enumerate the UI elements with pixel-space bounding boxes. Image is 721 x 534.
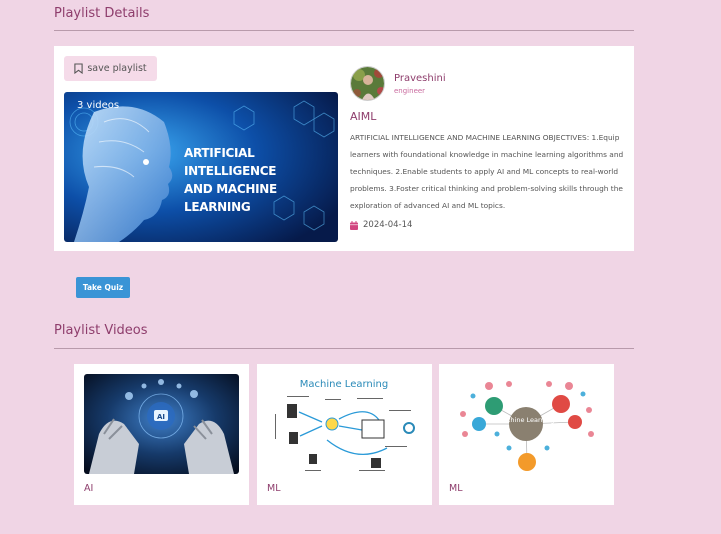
video-thumbnail[interactable]: Machine Learning <box>449 374 604 474</box>
bookmark-icon <box>74 63 83 74</box>
divider <box>54 348 634 349</box>
svg-text:Machine Learning: Machine Learning <box>300 379 388 390</box>
video-thumbnail[interactable]: Machine Learning <box>267 374 422 474</box>
playlist-title: AIML <box>350 110 377 123</box>
date-value: 2024-04-14 <box>363 220 413 230</box>
avatar[interactable] <box>350 66 385 101</box>
ml-diagram-image: Machine Learning <box>267 374 422 474</box>
ai-hands-image: AI <box>84 374 239 474</box>
video-title: AI <box>84 483 94 494</box>
playlist-details-card: save playlist 3 videos ARTIFICIAL INTELL… <box>54 46 634 251</box>
svg-text:Machine Learning: Machine Learning <box>497 416 555 424</box>
video-card-ai[interactable]: AI AI <box>74 364 249 505</box>
divider <box>54 30 634 31</box>
video-title: ML <box>267 483 281 494</box>
calendar-icon <box>350 220 358 230</box>
video-card-ml-1[interactable]: Machine Learning ML <box>257 364 432 505</box>
author-role: engineer <box>394 86 426 95</box>
playlist-thumbnail[interactable]: 3 videos Artificial Intelligence and Mac… <box>64 92 338 242</box>
take-quiz-button[interactable]: Take Quiz <box>76 277 130 298</box>
svg-text:AI: AI <box>157 413 165 421</box>
save-playlist-button[interactable]: save playlist <box>64 56 157 81</box>
playlist-videos-heading: Playlist Videos <box>54 323 148 338</box>
playlist-date: 2024-04-14 <box>350 220 412 230</box>
playlist-description: ARTIFICIAL INTELLIGENCE AND MACHINE LEAR… <box>350 133 624 210</box>
playlist-details-heading: Playlist Details <box>54 6 150 21</box>
video-title: ML <box>449 483 463 494</box>
save-playlist-label: save playlist <box>87 63 147 74</box>
author-info: Praveshini engineer <box>350 66 446 101</box>
video-count: 3 videos <box>77 100 120 111</box>
thumbnail-title: Artificial Intelligence and Machine Lear… <box>184 146 277 214</box>
video-thumbnail[interactable]: AI <box>84 374 239 474</box>
ml-mindmap-image: Machine Learning <box>449 374 604 474</box>
video-card-ml-2[interactable]: Machine Learning ML <box>439 364 614 505</box>
author-name: Praveshini <box>394 72 446 84</box>
